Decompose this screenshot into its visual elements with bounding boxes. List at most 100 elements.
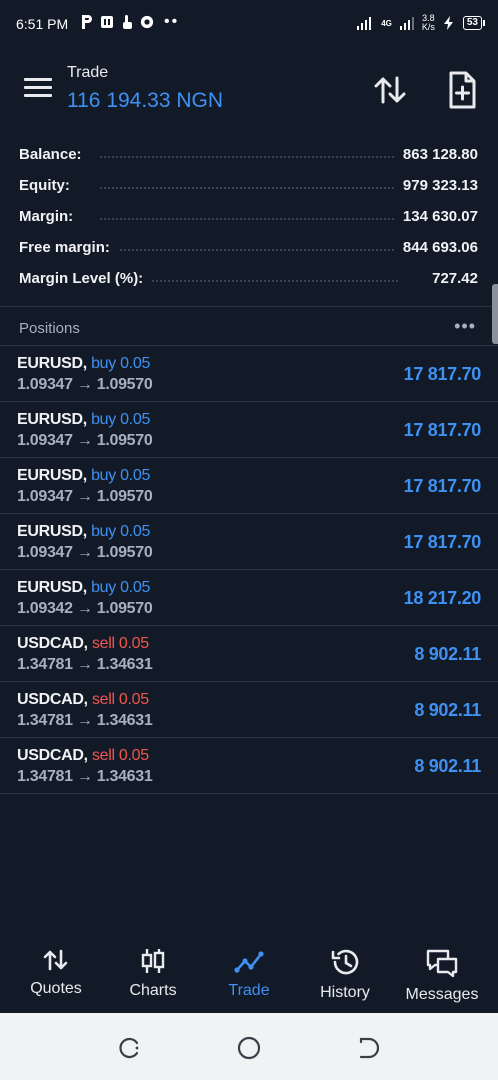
position-prices: 1.34781 → 1.34631 — [17, 656, 153, 673]
position-symbol: USDCAD, sell 0.05 — [17, 635, 149, 653]
symbol-text: EURUSD, — [17, 411, 87, 428]
summary-value: 844 693.06 — [394, 239, 478, 256]
summary-row-margin-level: Margin Level (%): 727.42 — [0, 264, 498, 295]
positions-list: EURUSD, buy 0.05 1.09347 → 1.09570 17 81… — [0, 346, 498, 794]
tab-charts[interactable]: Charts — [105, 940, 201, 1012]
position-row[interactable]: EURUSD, buy 0.05 1.09347 → 1.09570 17 81… — [0, 458, 498, 514]
notification-icons: •• — [80, 13, 179, 31]
summary-row-equity: Equity: 979 323.13 — [0, 171, 498, 202]
summary-row-balance: Balance: 863 128.80 — [0, 140, 498, 171]
position-prices: 1.09347 → 1.09570 — [17, 376, 153, 393]
dotted-leader — [100, 218, 398, 220]
position-row[interactable]: EURUSD, buy 0.05 1.09342 → 1.09570 18 21… — [0, 570, 498, 626]
summary-value: 134 630.07 — [394, 208, 478, 225]
new-order-button[interactable] — [444, 70, 480, 110]
position-row[interactable]: USDCAD, sell 0.05 1.34781 → 1.34631 8 90… — [0, 626, 498, 682]
position-row[interactable]: USDCAD, sell 0.05 1.34781 → 1.34631 8 90… — [0, 682, 498, 738]
back-button[interactable] — [356, 1035, 382, 1061]
network-type: 4G — [381, 18, 392, 28]
back-icon — [359, 1037, 380, 1059]
symbol-text: USDCAD, — [17, 747, 88, 764]
touch-icon — [123, 15, 132, 29]
chrome-icon — [140, 15, 154, 29]
symbol-text: USDCAD, — [17, 691, 88, 708]
tab-label: Messages — [405, 986, 479, 1003]
position-symbol: EURUSD, buy 0.05 — [17, 467, 150, 485]
symbol-text: EURUSD, — [17, 355, 87, 372]
summary-value: 727.42 — [424, 270, 478, 287]
divider — [0, 306, 498, 307]
position-profit: 8 902.11 — [414, 644, 481, 664]
more-options-button[interactable]: ••• — [454, 316, 476, 337]
position-symbol: EURUSD, buy 0.05 — [17, 411, 150, 429]
tab-label: Quotes — [30, 980, 82, 997]
position-direction: sell 0.05 — [91, 691, 149, 708]
symbol-text: EURUSD, — [17, 579, 87, 596]
position-direction: buy 0.05 — [91, 411, 151, 428]
quotes-icon — [43, 949, 68, 971]
symbol-text: EURUSD, — [17, 467, 87, 484]
tab-quotes[interactable]: Quotes — [8, 940, 104, 1012]
status-bar: 6:51 PM •• 4G 3.8 K/s 53 — [0, 0, 498, 50]
position-direction: buy 0.05 — [91, 523, 151, 540]
signal-icon — [357, 17, 372, 30]
position-profit: 8 902.11 — [414, 756, 481, 776]
tab-history[interactable]: History — [297, 940, 393, 1012]
summary-label: Free margin: — [19, 239, 118, 256]
recent-apps-button[interactable] — [116, 1035, 142, 1061]
summary-value: 863 128.80 — [394, 146, 478, 163]
position-symbol: EURUSD, buy 0.05 — [17, 355, 150, 373]
sort-button[interactable] — [372, 72, 408, 108]
app-bar: Trade 116 194.33 NGN — [0, 55, 498, 125]
position-prices: 1.09347 → 1.09570 — [17, 488, 153, 505]
position-profit: 17 817.70 — [403, 420, 482, 440]
position-symbol: EURUSD, buy 0.05 — [17, 579, 150, 597]
position-direction: buy 0.05 — [91, 467, 151, 484]
tab-label: Charts — [129, 982, 177, 999]
status-right: 4G 3.8 K/s 53 — [357, 14, 486, 32]
position-profit: 17 817.70 — [403, 532, 482, 552]
history-icon — [331, 949, 359, 975]
tab-label: Trade — [228, 982, 270, 999]
position-symbol: USDCAD, sell 0.05 — [17, 747, 149, 765]
account-summary: Balance: 863 128.80 Equity: 979 323.13 M… — [0, 140, 498, 295]
position-row[interactable]: EURUSD, buy 0.05 1.09347 → 1.09570 17 81… — [0, 402, 498, 458]
position-prices: 1.34781 → 1.34631 — [17, 768, 153, 785]
position-symbol: USDCAD, sell 0.05 — [17, 691, 149, 709]
page-title: Trade — [67, 64, 109, 81]
positions-header: Positions ••• — [0, 312, 498, 345]
trade-icon — [234, 951, 264, 973]
position-profit: 17 817.70 — [403, 476, 482, 496]
status-time: 6:51 PM — [16, 16, 69, 32]
position-row[interactable]: EURUSD, buy 0.05 1.09347 → 1.09570 17 81… — [0, 346, 498, 402]
summary-label: Balance: — [19, 146, 90, 163]
tab-messages[interactable]: Messages — [394, 940, 490, 1012]
sort-icon — [374, 76, 406, 104]
position-prices: 1.09342 → 1.09570 — [17, 600, 153, 617]
position-profit: 17 817.70 — [403, 364, 482, 384]
position-direction: sell 0.05 — [91, 635, 149, 652]
net-speed-unit: K/s — [421, 22, 435, 32]
more-notifications-icon: •• — [164, 13, 180, 30]
dotted-leader — [100, 156, 398, 158]
tab-trade[interactable]: Trade — [201, 940, 297, 1012]
summary-label: Margin Level (%): — [19, 270, 152, 287]
position-direction: buy 0.05 — [91, 579, 151, 596]
menu-button[interactable] — [24, 78, 52, 98]
summary-row-margin: Margin: 134 630.07 — [0, 202, 498, 233]
position-prices: 1.09347 → 1.09570 — [17, 544, 153, 561]
charging-icon — [443, 16, 453, 30]
recent-apps-icon — [119, 1037, 139, 1059]
messages-icon — [426, 949, 458, 978]
summary-value: 979 323.13 — [394, 177, 478, 194]
position-prices: 1.09347 → 1.09570 — [17, 432, 153, 449]
scrollbar[interactable] — [492, 284, 498, 344]
home-button[interactable] — [236, 1035, 262, 1061]
position-row[interactable]: EURUSD, buy 0.05 1.09347 → 1.09570 17 81… — [0, 514, 498, 570]
position-row[interactable]: USDCAD, sell 0.05 1.34781 → 1.34631 8 90… — [0, 738, 498, 794]
summary-label: Equity: — [19, 177, 78, 194]
tab-label: History — [320, 984, 370, 1001]
summary-row-free-margin: Free margin: 844 693.06 — [0, 233, 498, 264]
bottom-tab-bar: Quotes Charts Trade History Messages — [0, 940, 498, 1012]
new-order-icon — [449, 71, 476, 109]
